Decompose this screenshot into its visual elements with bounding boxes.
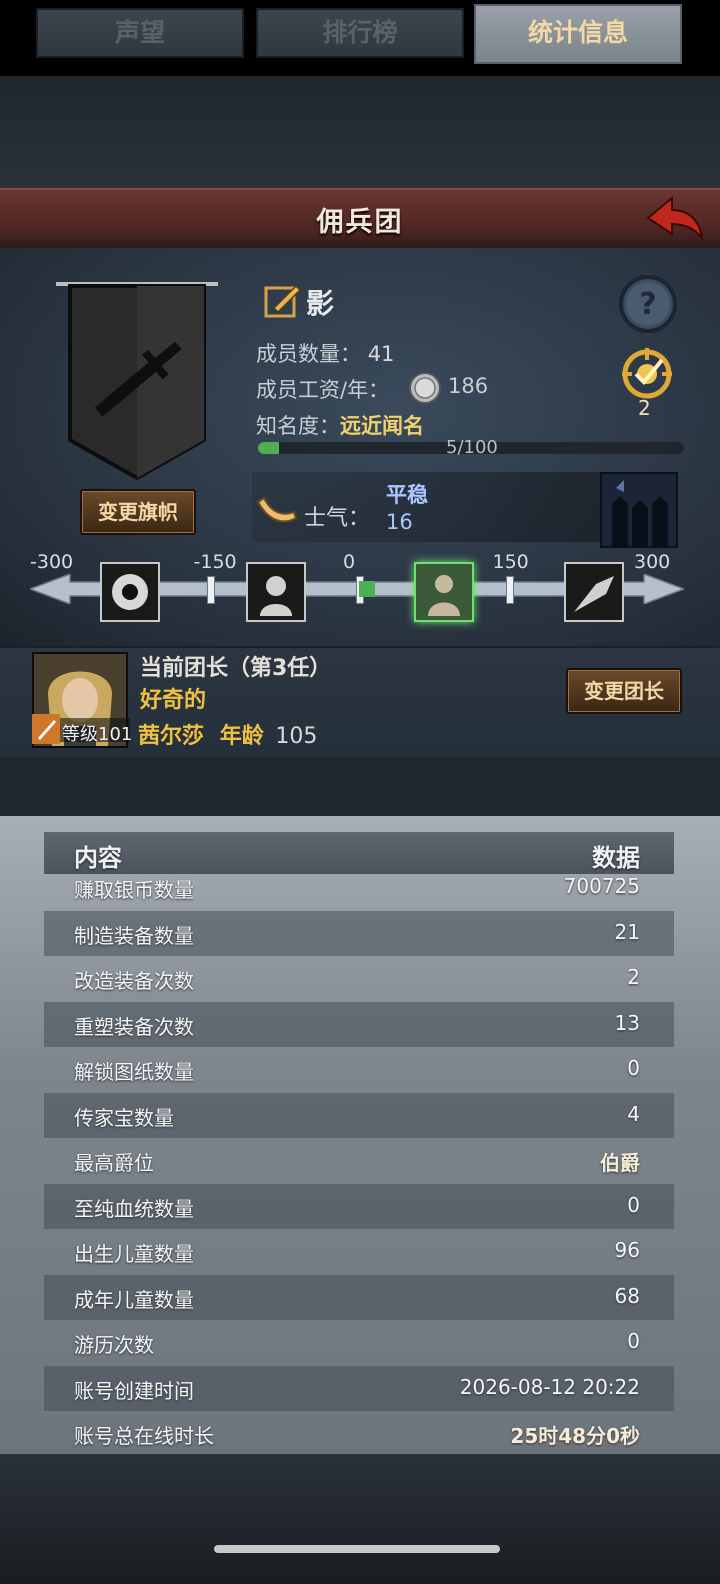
stats-col-content: 内容	[74, 844, 122, 872]
table-row: 制造装备数量 21	[44, 910, 674, 956]
company-banner-icon	[56, 282, 218, 480]
leader-age-value: 105	[275, 724, 318, 749]
stat-name: 传家宝数量	[74, 1105, 174, 1130]
stat-name: 出生儿童数量	[74, 1242, 194, 1266]
morale-tick-label: 0	[343, 551, 356, 573]
table-row: 至纯血统数量 0	[44, 1183, 674, 1229]
quest-count: 2	[638, 396, 651, 420]
home-indicator[interactable]	[214, 1545, 500, 1553]
leader-title: 当前团长（第3任）	[140, 656, 332, 681]
stat-value: 25时48分0秒	[510, 1424, 640, 1448]
leader-age-label: 年龄	[219, 724, 264, 749]
top-backdrop	[0, 76, 720, 190]
stat-value: 700725	[563, 874, 640, 898]
stat-name: 解锁图纸数量	[74, 1060, 194, 1084]
stat-name: 重塑装备次数	[74, 1014, 194, 1039]
help-icon[interactable]: ?	[618, 274, 678, 334]
stat-name: 改造装备次数	[74, 969, 194, 993]
svg-text:?: ?	[639, 287, 656, 322]
morale-tick-label: 150	[492, 551, 529, 573]
stat-name: 账号创建时间	[74, 1378, 194, 1403]
morale-state: 平稳	[386, 483, 428, 507]
stat-value: 2026-08-12 20:22	[459, 1374, 640, 1399]
fame-label: 知名度：	[256, 414, 340, 438]
morale-icon-steady	[414, 562, 474, 622]
stat-value: 4	[627, 1101, 640, 1126]
table-row: 解锁图纸数量 0	[44, 1047, 674, 1092]
stats-header: 内容 数据	[44, 832, 674, 874]
page-title: 佣兵团	[316, 207, 404, 238]
tab-statistics[interactable]: 统计信息	[474, 4, 682, 64]
morale-value: 16	[386, 510, 413, 534]
stat-name: 赚取银币数量	[74, 878, 194, 902]
table-row: 出生儿童数量 96	[44, 1229, 674, 1274]
stat-value: 2	[627, 965, 640, 989]
table-row: 最高爵位 伯爵	[44, 1138, 674, 1183]
fame-value: 远近闻名	[340, 414, 424, 438]
tab-reputation[interactable]: 声望	[36, 8, 244, 58]
table-row: 成年儿童数量 68	[44, 1274, 674, 1320]
leader-name: 茜尔莎	[138, 724, 205, 749]
stat-name: 制造装备数量	[74, 923, 194, 948]
stats-col-data: 数据	[592, 844, 640, 872]
wage-value: 186	[448, 374, 489, 398]
company-name: 影	[306, 287, 335, 320]
stat-value: 伯爵	[600, 1151, 640, 1175]
stat-name: 账号总在线时长	[74, 1424, 214, 1448]
wage-label: 成员工资/年：	[256, 378, 390, 402]
stat-name: 最高爵位	[74, 1151, 154, 1175]
morale-icon-fear	[246, 562, 306, 622]
stat-name: 游历次数	[74, 1333, 154, 1357]
members-row: 成员数量： 41	[256, 338, 394, 368]
leader-level: 等级101	[62, 720, 132, 746]
morale-tick-mark	[206, 576, 215, 604]
stat-name: 成年儿童数量	[74, 1287, 194, 1312]
table-row: 赚取银币数量 700725	[44, 874, 674, 910]
members-value: 41	[367, 342, 395, 366]
change-leader-button[interactable]: 变更团长	[566, 668, 682, 714]
table-row: 游历次数 0	[44, 1320, 674, 1365]
morale-label: 士气：	[304, 506, 371, 531]
leader-trait: 好奇的	[140, 688, 207, 713]
morale-tick-label: 300	[634, 551, 671, 573]
morale-tick-label: -150	[193, 551, 237, 573]
stat-value: 0	[627, 1192, 640, 1217]
bottom-backdrop	[0, 1454, 720, 1584]
leader-level-value: 101	[98, 724, 133, 745]
table-row: 传家宝数量 4	[44, 1092, 674, 1138]
stat-value: 13	[614, 1010, 640, 1035]
table-row: 账号总在线时长 25时48分0秒	[44, 1411, 674, 1454]
morale-tick-label: -300	[30, 551, 74, 573]
fame-progress-text: 5/100	[446, 437, 498, 458]
table-row: 改造装备次数 2	[44, 956, 674, 1001]
title-bar: 佣兵团	[0, 188, 720, 250]
morale-current-marker	[359, 581, 375, 597]
table-row: 重塑装备次数 13	[44, 1001, 674, 1047]
morale-icon-confident	[564, 562, 624, 622]
horn-icon	[256, 496, 298, 523]
tab-leaderboard[interactable]: 排行榜	[256, 8, 464, 58]
morale-icon-despair	[100, 562, 160, 622]
stat-value: 96	[614, 1238, 640, 1262]
stat-value: 0	[627, 1329, 640, 1353]
tab-bar	[0, 758, 720, 818]
stat-value: 68	[614, 1283, 640, 1308]
table-row: 账号创建时间 2026-08-12 20:22	[44, 1365, 674, 1411]
members-label: 成员数量：	[256, 342, 361, 366]
stat-value: 0	[627, 1056, 640, 1080]
change-banner-button[interactable]: 变更旗帜	[80, 489, 196, 535]
stats-list[interactable]: 赚取银币数量 700725 制造装备数量 21 改造装备次数 2 重塑装备次数 13 解锁图纸数…	[44, 874, 674, 1454]
back-arrow-icon[interactable]	[644, 194, 706, 242]
silver-coin-icon	[409, 372, 441, 404]
morale-tick-mark	[505, 576, 514, 604]
leader-level-label: 等级	[62, 724, 98, 745]
rename-icon[interactable]	[262, 280, 302, 320]
soldiers-image-icon	[600, 472, 678, 548]
leader-name-row: 茜尔莎 年龄 105	[138, 718, 317, 750]
wage-row: 成员工资/年：	[256, 374, 389, 404]
stat-name: 至纯血统数量	[74, 1196, 194, 1221]
fame-progress-fill	[258, 442, 280, 454]
fame-row: 知名度：远近闻名	[256, 410, 424, 440]
stat-value: 21	[614, 919, 640, 944]
